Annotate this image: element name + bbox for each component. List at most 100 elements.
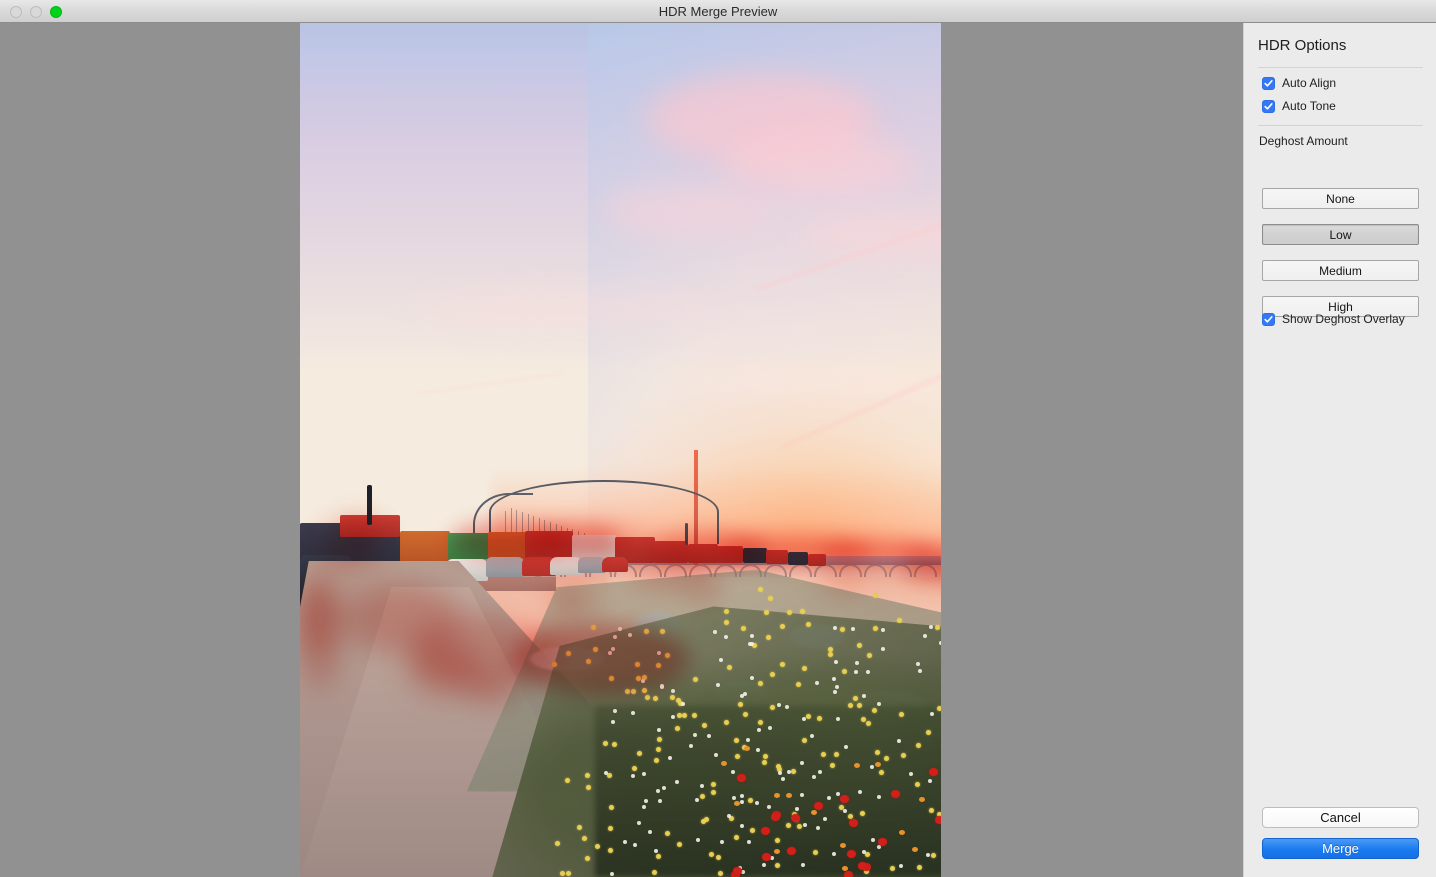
- deghost-option-none[interactable]: None: [1262, 188, 1419, 209]
- flower: [821, 751, 827, 757]
- flower: [715, 682, 720, 687]
- flower: [669, 695, 675, 701]
- divider: [1258, 67, 1423, 68]
- flower: [786, 792, 792, 798]
- flower: [917, 864, 923, 870]
- flower: [802, 822, 807, 827]
- flower: [641, 805, 646, 810]
- flower: [916, 661, 921, 666]
- flower: [757, 720, 763, 725]
- checkbox-show-deghost-overlay[interactable]: Show Deghost Overlay: [1262, 312, 1405, 326]
- flower: [878, 769, 884, 775]
- cloud: [723, 134, 914, 197]
- flower: [675, 697, 681, 703]
- flower: [585, 784, 591, 790]
- flower: [719, 657, 723, 662]
- flower: [773, 849, 780, 855]
- flower: [584, 772, 590, 778]
- checkmark-icon[interactable]: [1262, 76, 1275, 90]
- flower: [710, 790, 716, 796]
- cloud: [601, 185, 772, 238]
- hdr-options-panel: HDR Options Auto Align Auto Tone Deghost…: [1243, 23, 1436, 877]
- flower: [911, 846, 918, 852]
- flower: [881, 646, 886, 651]
- flower: [724, 634, 729, 639]
- flower: [712, 629, 717, 634]
- flower: [914, 781, 920, 787]
- flower: [833, 751, 839, 757]
- flower: [922, 633, 927, 638]
- flower: [719, 839, 724, 844]
- flower: [766, 805, 771, 810]
- deghost-blob: [550, 583, 590, 617]
- flower: [763, 609, 769, 615]
- flower: [857, 702, 863, 708]
- checkbox-auto-tone[interactable]: Auto Tone: [1262, 99, 1336, 113]
- flower: [779, 623, 785, 629]
- flower: [833, 689, 838, 694]
- flower: [935, 815, 941, 824]
- deghost-option-low[interactable]: Low: [1262, 224, 1419, 245]
- flower: [609, 871, 614, 876]
- flower: [897, 738, 901, 743]
- flower: [607, 825, 613, 831]
- checkmark-icon[interactable]: [1262, 312, 1275, 326]
- bridge-arch: [788, 564, 812, 578]
- flower: [566, 870, 572, 876]
- flower: [874, 761, 881, 767]
- flower: [890, 789, 900, 798]
- flower: [608, 804, 614, 810]
- deghost-blob: [820, 568, 870, 590]
- flower: [795, 806, 800, 811]
- flower: [636, 751, 642, 757]
- flower: [594, 843, 600, 849]
- hdr-merge-window: HDR Merge Preview HDR Options Auto Align…: [0, 0, 1436, 877]
- flower: [608, 847, 613, 853]
- flower: [871, 708, 877, 714]
- vehicle: [602, 557, 628, 572]
- flower: [872, 593, 878, 599]
- flower: [730, 770, 735, 775]
- flower: [720, 760, 727, 766]
- flower: [843, 870, 853, 877]
- deghost-blob: [686, 571, 720, 601]
- flower: [919, 796, 926, 802]
- flower: [842, 668, 848, 674]
- merge-button[interactable]: Merge: [1262, 838, 1419, 859]
- checkmark-icon[interactable]: [1262, 99, 1275, 113]
- deghost-amount-label: Deghost Amount: [1259, 134, 1348, 148]
- flower: [655, 789, 660, 794]
- flower: [928, 624, 933, 629]
- flower: [564, 778, 570, 784]
- flower: [749, 634, 754, 639]
- flower: [699, 793, 705, 799]
- vehicle: [400, 531, 450, 563]
- deghost-option-medium[interactable]: Medium: [1262, 260, 1419, 281]
- flower: [734, 737, 740, 743]
- flower: [844, 744, 849, 749]
- flower: [584, 856, 590, 862]
- flower: [850, 626, 855, 631]
- flower: [694, 798, 699, 803]
- flower: [560, 870, 566, 876]
- flower: [846, 849, 856, 858]
- checkbox-auto-tone-label: Auto Tone: [1282, 99, 1336, 113]
- cancel-button[interactable]: Cancel: [1262, 807, 1419, 828]
- flower: [776, 703, 781, 708]
- checkbox-auto-align[interactable]: Auto Align: [1262, 76, 1336, 90]
- flower: [817, 769, 822, 774]
- deghost-blob: [300, 583, 334, 653]
- flower: [700, 818, 706, 824]
- flower: [770, 812, 780, 821]
- window-title: HDR Merge Preview: [658, 3, 778, 19]
- flower: [739, 793, 744, 798]
- flower: [555, 840, 561, 846]
- flower: [652, 696, 658, 702]
- hdr-preview-image[interactable]: [300, 23, 941, 877]
- flower: [680, 702, 685, 707]
- deghost-blob: [578, 529, 654, 559]
- deghost-blob: [460, 673, 520, 703]
- flower: [785, 823, 791, 829]
- flower: [723, 720, 729, 726]
- flower: [801, 738, 807, 743]
